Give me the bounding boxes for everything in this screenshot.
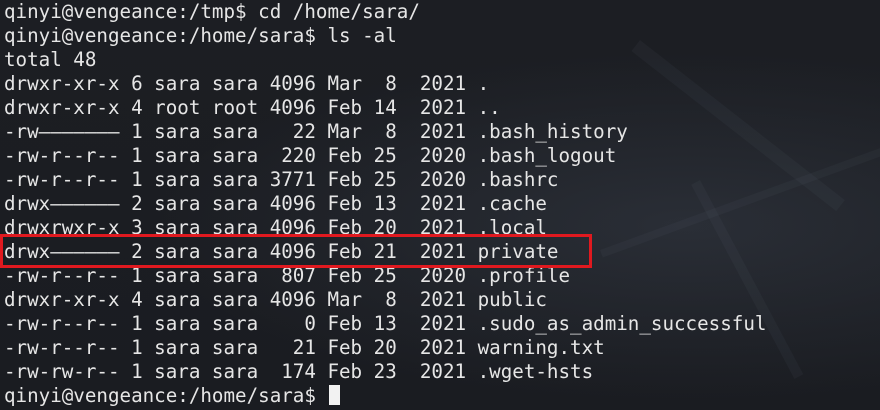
highlight-box (0, 234, 592, 268)
terminal-line-listing: -rw-r--r-- 1 sara sara 21 Feb 20 2021 wa… (4, 336, 605, 359)
terminal-output: qinyi@vengeance:/tmp$ cd /home/sara/ qin… (4, 0, 766, 408)
terminal-line-listing: -rw-r--r-- 1 sara sara 0 Feb 13 2021 .su… (4, 312, 767, 335)
terminal-line-listing: drwxr-xr-x 4 root root 4096 Feb 14 2021 … (4, 96, 501, 119)
terminal-window[interactable]: qinyi@vengeance:/tmp$ cd /home/sara/ qin… (0, 0, 880, 410)
terminal-line-total: total 48 (4, 48, 97, 71)
terminal-prompt: qinyi@vengeance:/home/sara$ (4, 384, 328, 407)
text-cursor (329, 385, 341, 405)
terminal-line-command: qinyi@vengeance:/home/sara$ ls -al (4, 24, 397, 47)
terminal-line-command: qinyi@vengeance:/tmp$ cd /home/sara/ (4, 0, 420, 23)
terminal-line-listing: -rw——————— 1 sara sara 22 Mar 8 2021 .ba… (4, 120, 628, 143)
terminal-line-listing: drwxr-xr-x 4 sara sara 4096 Mar 8 2021 p… (4, 288, 547, 311)
terminal-line-listing: drwxr-xr-x 6 sara sara 4096 Mar 8 2021 . (4, 72, 490, 95)
terminal-line-listing: -rw-r--r-- 1 sara sara 220 Feb 25 2020 .… (4, 144, 617, 167)
terminal-line-listing: -rw-rw-r-- 1 sara sara 174 Feb 23 2021 .… (4, 360, 594, 383)
terminal-line-listing: drwx—————— 2 sara sara 4096 Feb 13 2021 … (4, 192, 547, 215)
terminal-line-listing: -rw-r--r-- 1 sara sara 3771 Feb 25 2020 … (4, 168, 559, 191)
terminal-prompt-line[interactable]: qinyi@vengeance:/home/sara$ (4, 384, 766, 408)
